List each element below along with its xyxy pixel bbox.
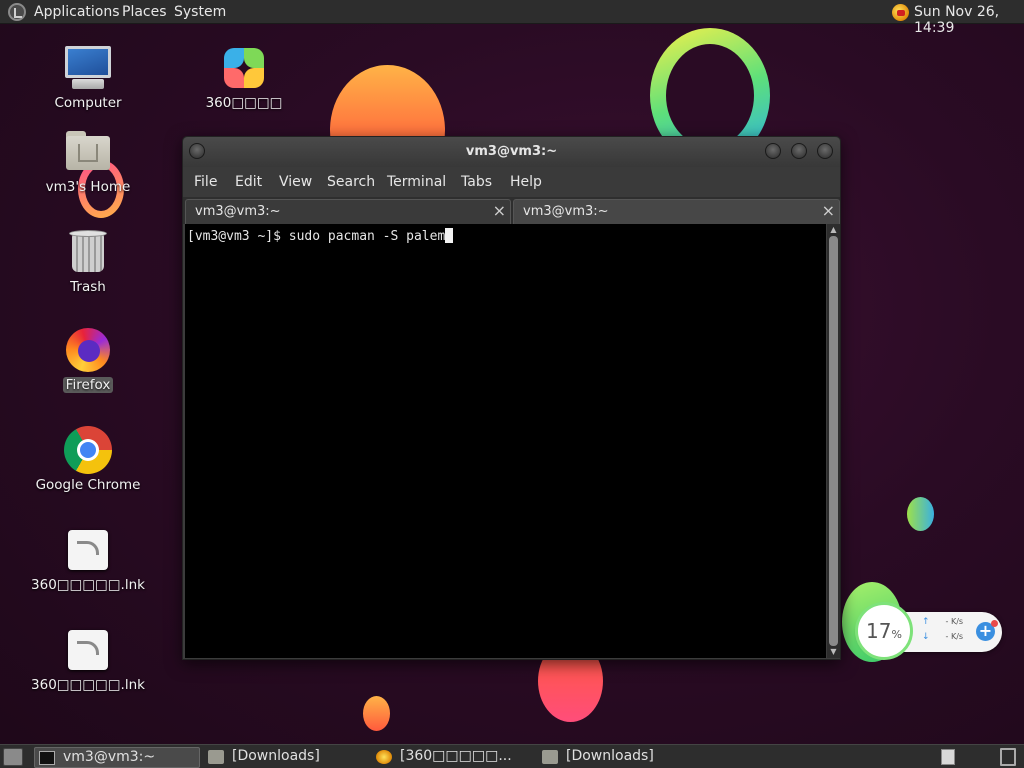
upload-row: ↑ - K/s — [922, 617, 963, 627]
terminal-menubar: File Edit View Search Terminal Tabs Help — [183, 167, 840, 197]
desktop-icon-trash[interactable]: Trash — [28, 228, 148, 295]
taskbar-item-downloads[interactable]: [Downloads] — [538, 747, 702, 768]
trash-applet-icon[interactable] — [1000, 748, 1016, 766]
taskbar-item-downloads[interactable]: [Downloads] — [204, 747, 368, 768]
desktop-icon-computer[interactable]: Computer — [28, 44, 148, 111]
home-folder-icon — [64, 128, 112, 176]
desktop-icon-label: 360□□□□□.lnk — [31, 677, 145, 693]
desktop-icon-firefox[interactable]: Firefox — [28, 326, 148, 393]
folder-icon — [208, 750, 224, 764]
applications-menu[interactable]: Applications — [34, 4, 120, 20]
computer-icon — [64, 44, 112, 92]
menu-search[interactable]: Search — [327, 174, 375, 190]
desktop-icon-label: 360□□□□□.lnk — [31, 577, 145, 593]
clock[interactable]: Sun Nov 26, 14:39 — [914, 4, 1024, 36]
weather-icon[interactable] — [892, 4, 909, 21]
wallpaper-green-blob — [907, 497, 934, 531]
tab-label: vm3@vm3:~ — [523, 204, 609, 219]
shortcut-icon — [64, 626, 112, 674]
percent-sign: % — [891, 628, 902, 641]
scrollbar-thumb[interactable] — [829, 236, 838, 646]
usage-percent-circle[interactable]: 17% — [855, 602, 913, 660]
taskbar-item-360[interactable]: [360□□□□□... — [372, 747, 534, 768]
desktop-icon-label: Google Chrome — [35, 477, 141, 493]
desktop-icon-label: Trash — [70, 279, 106, 295]
menu-file[interactable]: File — [194, 174, 217, 190]
tab-label: vm3@vm3:~ — [195, 204, 281, 219]
desktop-icon-360[interactable]: 360□□□□ — [184, 44, 304, 111]
system-menu[interactable]: System — [174, 4, 226, 20]
menu-view[interactable]: View — [279, 174, 312, 190]
close-button[interactable] — [817, 143, 833, 159]
menu-edit[interactable]: Edit — [235, 174, 262, 190]
360-logo-icon — [220, 44, 268, 92]
window-title: vm3@vm3:~ — [465, 144, 558, 159]
shell-prompt: [vm3@vm3 ~]$ — [187, 229, 289, 244]
desktop-icon-label: Firefox — [62, 377, 114, 393]
window-titlebar[interactable]: vm3@vm3:~ — [183, 137, 840, 167]
desktop-icon-chrome[interactable]: Google Chrome — [28, 426, 148, 493]
wallpaper-orange-blob-small — [363, 696, 390, 731]
workspace-switcher[interactable] — [941, 749, 955, 765]
usage-percent: 17 — [866, 619, 892, 643]
desktop-icon-label: 360□□□□ — [205, 95, 283, 111]
minimize-button[interactable] — [765, 143, 781, 159]
distro-logo-icon[interactable] — [8, 3, 26, 21]
taskbar-item-label: vm3@vm3:~ — [63, 749, 156, 765]
show-desktop-icon[interactable] — [3, 748, 23, 766]
menu-terminal[interactable]: Terminal — [387, 174, 446, 190]
terminal-icon — [39, 751, 55, 765]
taskbar-item-label: [Downloads] — [232, 748, 320, 764]
bottom-panel: vm3@vm3:~ [Downloads] [360□□□□□... [Down… — [0, 744, 1024, 768]
upload-speed: - K/s — [945, 617, 964, 626]
terminal-output[interactable]: [vm3@vm3 ~]$ sudo pacman -S palem — [185, 224, 826, 658]
typed-command: sudo pacman -S palem — [288, 229, 446, 244]
menu-help[interactable]: Help — [510, 174, 542, 190]
folder-icon — [542, 750, 558, 764]
download-speed: - K/s — [945, 632, 964, 641]
network-speed-widget[interactable]: 17% ↑ - K/s ↓ - K/s + — [855, 602, 1002, 660]
upload-arrow-icon: ↑ — [922, 617, 930, 627]
firefox-icon — [64, 326, 112, 374]
places-menu[interactable]: Places — [122, 4, 167, 20]
tab-close-icon[interactable]: × — [493, 201, 506, 220]
360-logo-icon — [376, 750, 392, 764]
maximize-button[interactable] — [791, 143, 807, 159]
desktop-icon-label: vm3's Home — [45, 179, 131, 195]
desktop-icon-label: Computer — [54, 95, 122, 111]
scroll-down-arrow-icon[interactable]: ▼ — [828, 647, 839, 657]
trash-icon — [64, 228, 112, 276]
tab-close-icon[interactable]: × — [822, 201, 835, 220]
taskbar-item-terminal[interactable]: vm3@vm3:~ — [34, 747, 200, 768]
terminal-window[interactable]: vm3@vm3:~ File Edit View Search Terminal… — [182, 136, 841, 660]
desktop-icon-shortcut-1[interactable]: 360□□□□□.lnk — [28, 526, 148, 593]
terminal-scrollbar[interactable]: ▲ ▼ — [827, 224, 840, 658]
tab-bar: vm3@vm3:~ × vm3@vm3:~ × — [183, 197, 840, 224]
menu-tabs[interactable]: Tabs — [461, 174, 492, 190]
tab-terminal-1[interactable]: vm3@vm3:~ × — [185, 199, 511, 224]
shortcut-icon — [64, 526, 112, 574]
taskbar-item-label: [Downloads] — [566, 748, 654, 764]
download-arrow-icon: ↓ — [922, 632, 930, 642]
chrome-icon — [64, 426, 112, 474]
text-cursor — [445, 228, 454, 243]
scroll-up-arrow-icon[interactable]: ▲ — [828, 225, 839, 235]
tab-terminal-2[interactable]: vm3@vm3:~ × — [513, 199, 840, 224]
top-panel: Applications Places System Sun Nov 26, 1… — [0, 0, 1024, 36]
download-row: ↓ - K/s — [922, 632, 963, 642]
desktop-icon-shortcut-2[interactable]: 360□□□□□.lnk — [28, 626, 148, 693]
speed-boost-button[interactable]: + — [976, 620, 998, 641]
desktop-icon-home[interactable]: vm3's Home — [28, 128, 148, 195]
taskbar-item-label: [360□□□□□... — [400, 748, 512, 764]
